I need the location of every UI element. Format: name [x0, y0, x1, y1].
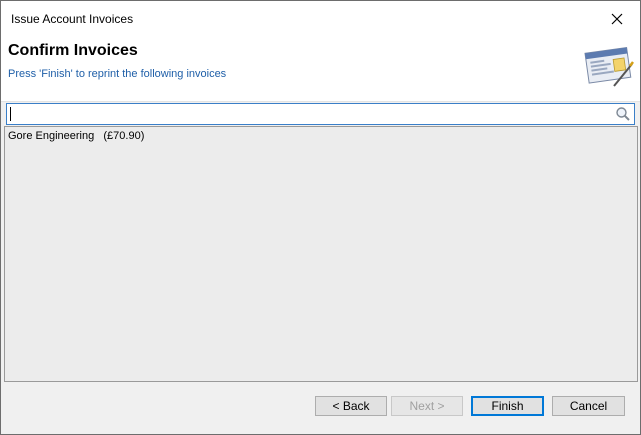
close-button[interactable] — [594, 1, 640, 37]
window-title: Issue Account Invoices — [11, 12, 134, 26]
page-subtitle: Press 'Finish' to reprint the following … — [8, 68, 227, 80]
list-item[interactable]: Gore Engineering (£70.90) — [8, 130, 144, 142]
close-icon — [611, 13, 623, 25]
wizard-header: Confirm Invoices Press 'Finish' to repri… — [1, 37, 640, 102]
back-button[interactable]: < Back — [315, 396, 387, 416]
next-button[interactable]: Next > — [391, 396, 463, 416]
search-input[interactable] — [7, 104, 610, 122]
invoice-list[interactable]: Gore Engineering (£70.90) — [4, 126, 638, 382]
dialog-window: Issue Account Invoices Confirm Invoices … — [0, 0, 641, 435]
search-icon[interactable] — [615, 106, 631, 122]
cancel-button[interactable]: Cancel — [552, 396, 625, 416]
text-caret — [10, 107, 11, 121]
button-bar: < Back Next > Finish Cancel — [1, 382, 640, 434]
title-bar: Issue Account Invoices — [1, 1, 640, 37]
page-title: Confirm Invoices — [8, 42, 138, 59]
finish-button[interactable]: Finish — [471, 396, 544, 416]
invoice-document-icon — [584, 46, 634, 87]
search-box — [6, 103, 635, 125]
